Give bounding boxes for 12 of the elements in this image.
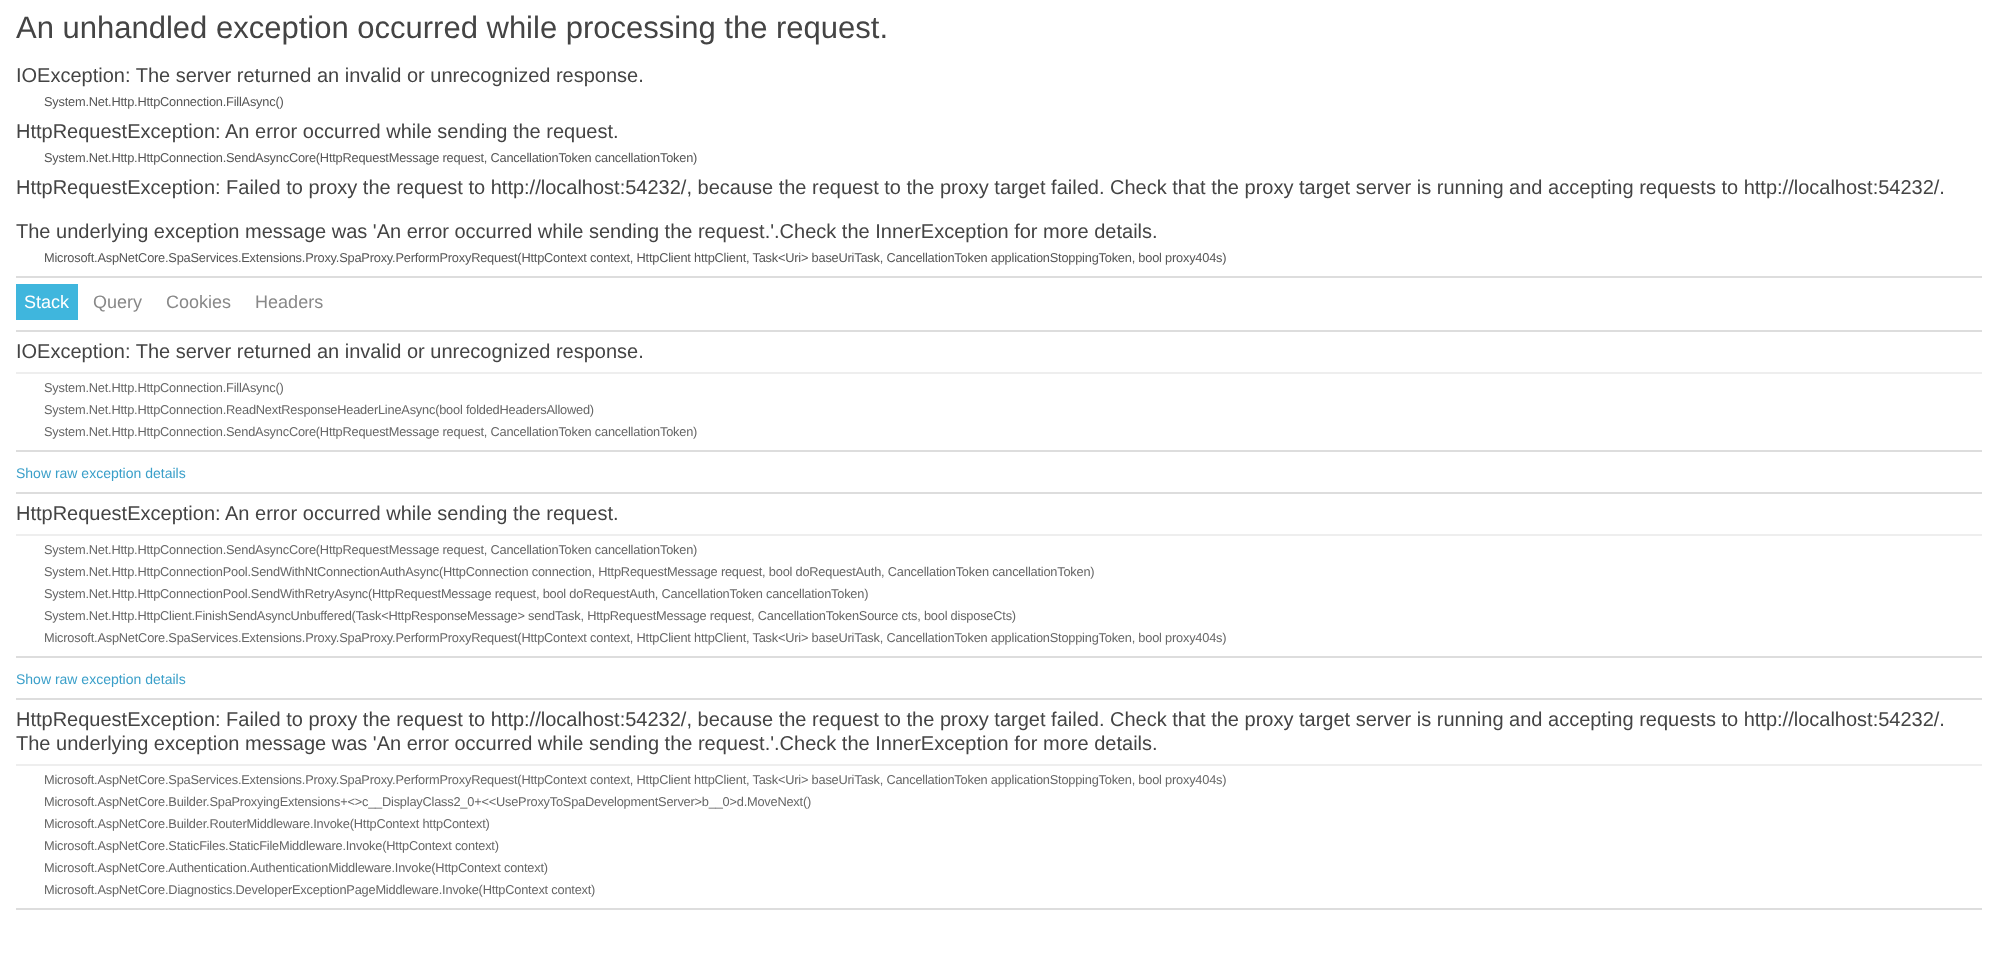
tab[interactable]: Headers [247,284,332,320]
exception-message: HttpRequestException: Failed to proxy the request to http://localhost:54232/, because the request to the proxy target failed. Check that the proxy target server is running and accepting requests to http://localhost:54232/. The underlying exception message was 'An error occurred while sending the request.'.Check the InnerException for more details. [16,700,1982,766]
exception-message: IOException: The server returned an invalid or unrecognized response. [16,332,1982,374]
error-message: HttpRequestException: Failed to proxy the request to http://localhost:54232/, because the request to the proxy target failed. Check that the proxy target server is running and accepting requests to http://localhost:54232/. [16,176,1947,204]
exception-message: HttpRequestException: An error occurred while sending the request. [16,494,1982,536]
tab[interactable]: Cookies [158,284,240,320]
error-message: The underlying exception message was 'An error occurred while sending the request.'.Check the InnerException for more details. [16,220,1160,248]
error-message: HttpRequestException: An error occurred while sending the request. [16,120,621,148]
tab[interactable]: Stack [16,284,78,320]
error-message: IOException: The server returned an invalid or unrecognized response. [16,64,646,92]
page-title: An unhandled exception occurred while processing the request. [16,12,890,48]
tab[interactable]: Query [85,284,151,320]
